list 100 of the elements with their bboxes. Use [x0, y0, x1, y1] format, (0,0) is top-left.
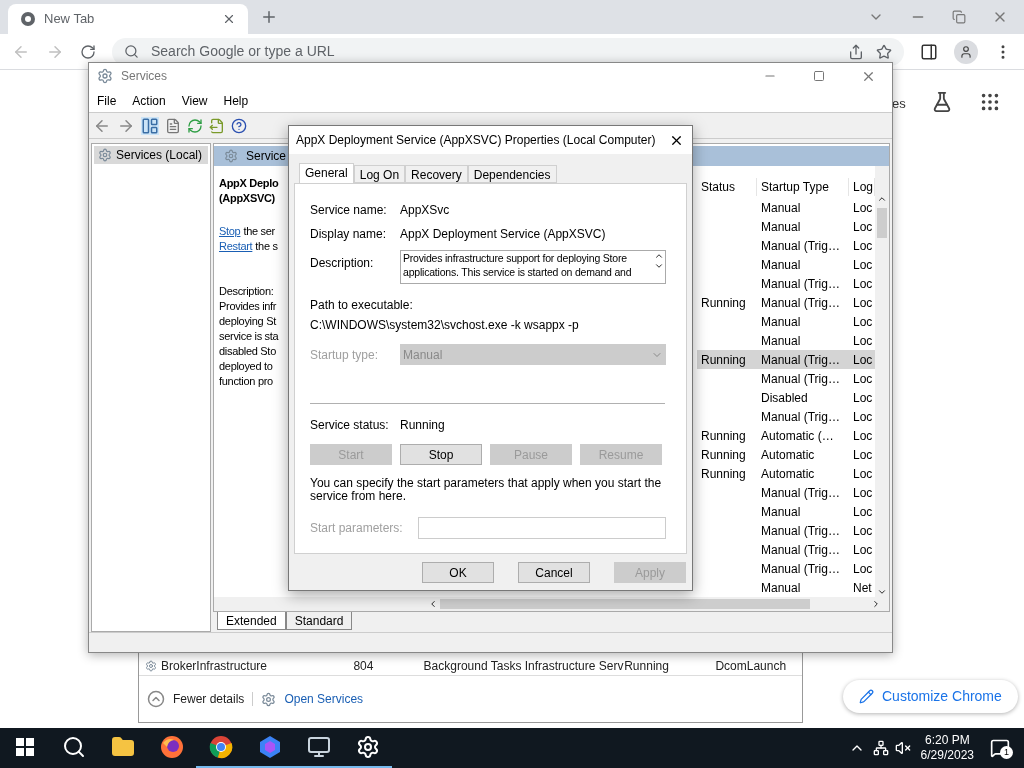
column-header[interactable]: Startup Type — [757, 178, 849, 197]
service-row[interactable]: Running Manual (Trig… Loc — [697, 293, 875, 313]
service-row[interactable]: Running Automatic (… Loc — [697, 426, 875, 446]
field-label: Startup type: — [310, 346, 380, 364]
description-line: Provides infr — [219, 299, 278, 315]
field-label: Path to executable: — [310, 297, 414, 314]
table-cell-text: Loc — [852, 313, 874, 331]
action-link[interactable]: Restart — [219, 239, 253, 255]
table-cell-text: Manual — [760, 579, 802, 597]
dialog-button[interactable]: Stop — [400, 444, 482, 465]
open-services-link[interactable]: Open Services — [284, 690, 364, 708]
tree-item[interactable]: Services (Local) — [94, 146, 208, 165]
service-row[interactable]: Manual (Trig… Loc — [697, 521, 875, 541]
description-line: function pro — [219, 374, 274, 390]
table-cell-text: Loc — [852, 294, 874, 312]
table-cell-text: 804 — [353, 659, 375, 673]
service-title: (AppXSVC) — [219, 191, 276, 207]
service-row[interactable]: Manual (Trig… Loc — [697, 559, 875, 579]
table-cell-text: Loc — [852, 275, 874, 293]
clock-date[interactable]: 6/29/2023 — [920, 748, 974, 763]
service-row[interactable]: Manual Loc — [697, 502, 875, 522]
service-row[interactable]: Manual (Trig… Loc — [697, 483, 875, 503]
fewer-details-link[interactable]: Fewer details — [173, 690, 245, 708]
description-label: Description: — [219, 284, 275, 300]
tab-title: New Tab — [44, 10, 96, 29]
table-cell-text: Loc — [852, 199, 874, 217]
table-cell-text: Loc — [852, 484, 874, 502]
table-cell-text: Manual — [760, 199, 802, 217]
menu-item[interactable]: Action — [132, 91, 166, 110]
table-cell-text: Loc — [852, 351, 874, 369]
service-row[interactable]: Manual Net — [697, 578, 875, 598]
table-cell-text: Manual — [760, 256, 802, 274]
service-row[interactable]: Manual Loc — [697, 198, 875, 218]
table-cell-text: Manual (Trig… — [760, 560, 841, 578]
service-row[interactable]: Disabled Loc — [697, 388, 875, 408]
service-row[interactable]: Manual (Trig… Loc — [697, 274, 875, 294]
view-tab[interactable]: Extended — [217, 612, 286, 631]
menu-item[interactable]: View — [181, 91, 208, 110]
table-cell-text: Automatic (… — [760, 427, 835, 445]
table-cell-text: Manual (Trig… — [760, 522, 841, 540]
images-link[interactable]: es — [892, 94, 906, 114]
action-link[interactable]: Stop — [219, 224, 241, 240]
table-cell-text: Loc — [852, 465, 874, 483]
table-cell-text: BrokerInfrastructure — [160, 659, 269, 673]
dialog-tab[interactable]: General — [299, 163, 354, 183]
table-cell-text: Loc — [852, 237, 874, 255]
service-row[interactable]: Manual (Trig… Loc — [697, 540, 875, 560]
status-value: Running — [400, 417, 445, 434]
service-row[interactable]: Running Manual (Trig… Loc — [697, 350, 875, 370]
table-cell-text: Running — [700, 427, 747, 445]
service-row[interactable]: Manual (Trig… Loc — [697, 369, 875, 389]
omnibox-placeholder: Search Google or type a URL — [151, 42, 336, 61]
dialog-tab[interactable]: Log On — [353, 165, 406, 183]
omnibox[interactable]: Search Google or type a URL — [112, 37, 904, 66]
table-cell-text: Loc — [852, 408, 874, 426]
table-cell-text: Disabled — [760, 389, 809, 407]
field-label: Start parameters: — [310, 520, 404, 537]
menu-item[interactable]: Help — [223, 91, 249, 110]
service-row[interactable]: Manual Loc — [697, 331, 875, 351]
link-text: the s — [255, 239, 278, 255]
description-line: applications. This service is started on demand and — [403, 265, 633, 279]
field-label: Description: — [310, 255, 375, 272]
table-cell-text: Automatic — [760, 446, 816, 464]
hint-text: You can specify the start parameters that apply when you start the service from here. — [310, 477, 663, 503]
table-cell-text: Manual (Trig… — [760, 294, 841, 312]
table-cell-text: Loc — [852, 332, 874, 350]
path-value: C:\WINDOWS\system32\svchost.exe -k wsappx -p — [310, 317, 580, 334]
customize-chrome-button[interactable]: Customize Chrome — [843, 680, 1018, 713]
dialog-button[interactable]: Cancel — [518, 562, 590, 583]
service-row[interactable]: Manual Loc — [697, 312, 875, 332]
table-cell-text: Running — [700, 351, 747, 369]
service-row[interactable]: Manual Loc — [697, 217, 875, 237]
table-cell-text: Automatic — [760, 465, 816, 483]
column-header[interactable]: Status — [697, 178, 757, 197]
dialog-button[interactable]: OK — [422, 562, 494, 583]
table-cell-text: Loc — [852, 370, 874, 388]
service-row[interactable]: Manual Loc — [697, 255, 875, 275]
table-cell-text: Manual — [760, 218, 802, 236]
table-cell-text: Running — [700, 446, 747, 464]
table-cell-text: Loc — [852, 522, 874, 540]
table-cell-text: Loc — [852, 218, 874, 236]
field-value: AppXSvc — [400, 201, 450, 219]
service-row[interactable]: Running Automatic Loc — [697, 445, 875, 465]
clock-time[interactable]: 6:20 PM — [924, 733, 970, 748]
service-row[interactable]: Running Automatic Loc — [697, 464, 875, 484]
service-row[interactable]: Manual (Trig… Loc — [697, 236, 875, 256]
table-cell-text: Manual (Trig… — [760, 484, 841, 502]
menu-item[interactable]: File — [97, 91, 117, 110]
description-line: disabled Sto — [219, 344, 277, 360]
dialog-tab[interactable]: Dependencies — [467, 165, 557, 183]
description-line: deploying St — [219, 314, 278, 330]
service-row[interactable]: Manual (Trig… Loc — [697, 407, 875, 427]
dialog-tab[interactable]: Recovery — [405, 165, 468, 183]
table-cell-text: Running — [700, 294, 747, 312]
table-cell-text: Manual (Trig… — [760, 237, 841, 255]
description-line: Provides infrastructure support for deploying Store — [403, 251, 628, 265]
panel-title: Service — [246, 148, 286, 166]
view-tab[interactable]: Standard — [285, 612, 353, 631]
notification-count: 1 — [1000, 746, 1013, 759]
browser-tab[interactable]: New Tab — [8, 4, 248, 34]
